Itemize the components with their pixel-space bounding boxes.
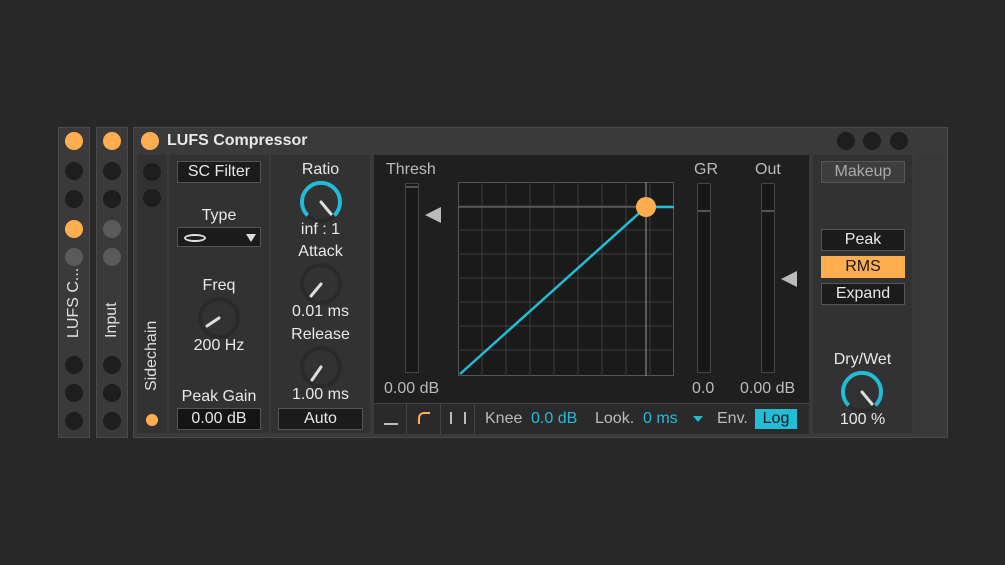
mode-expand-button[interactable]: Expand (821, 283, 905, 305)
transfer-display: Thresh 0.00 dB GR 0.0 Out 0.00 dB Knee 0… (374, 155, 809, 434)
mode-peak-button[interactable]: Peak (821, 229, 905, 251)
out-gain-arrow-icon[interactable] (781, 271, 797, 287)
thresh-value: 0.00 dB (384, 380, 440, 397)
filter-type-dropdown[interactable] (177, 227, 261, 247)
more-icon[interactable] (890, 132, 908, 150)
strip1-title: LUFS C... (65, 267, 82, 338)
drywet-knob[interactable] (839, 369, 885, 415)
release-value: 1.00 ms (292, 386, 349, 403)
output-column: Makeup Peak RMS Expand Dry/Wet 100 % (813, 155, 912, 433)
makeup-button[interactable]: Makeup (821, 161, 905, 183)
freq-value: 200 Hz (193, 337, 245, 354)
attack-knob[interactable] (298, 261, 344, 307)
more-icon-1[interactable] (65, 412, 83, 430)
camera-icon-1[interactable] (65, 190, 83, 208)
sc-filter-button[interactable]: SC Filter (177, 161, 261, 183)
device-on-toggle[interactable] (141, 132, 159, 150)
attack-value: 0.01 ms (292, 303, 349, 320)
gr-meter-tick (698, 210, 710, 212)
attack-label: Attack (298, 243, 343, 260)
freq-knob[interactable] (196, 295, 242, 341)
release-label: Release (291, 326, 350, 343)
more-icon-2[interactable] (103, 412, 121, 430)
view-toggle-icon-2[interactable] (103, 220, 121, 238)
chevron-down-icon (246, 234, 256, 242)
peak-gain-label: Peak Gain (181, 388, 257, 405)
knee-value[interactable]: 0.0 dB (531, 410, 577, 428)
refresh-icon-1[interactable] (65, 356, 83, 374)
device-chain-end (916, 155, 944, 433)
camera-icon-2[interactable] (103, 190, 121, 208)
lookahead-label: Look. (595, 410, 635, 427)
out-meter-tick (762, 210, 774, 212)
list-icon-2[interactable] (103, 248, 121, 266)
gr-label: GR (694, 161, 718, 178)
sidechain-toggle[interactable] (146, 414, 158, 426)
thresh-label: Thresh (386, 161, 436, 178)
track-strip-2: Input (96, 127, 128, 438)
ratio-label: Ratio (301, 161, 340, 178)
meter-view-icon[interactable] (384, 411, 398, 425)
transfer-curve-graph[interactable] (458, 182, 674, 376)
graph-toolbar: Knee 0.0 dB Look. 0 ms Env. Log (374, 403, 809, 434)
ratio-value: inf : 1 (300, 221, 341, 238)
knee-label: Knee (485, 410, 523, 427)
curve-view-icon[interactable] (418, 412, 430, 424)
hot-swap-icon-2[interactable] (103, 162, 121, 180)
freq-label: Freq (202, 277, 236, 294)
refresh-icon-2[interactable] (103, 356, 121, 374)
view-toggle-icon-1[interactable] (65, 220, 83, 238)
thresh-meter-tick (406, 186, 418, 188)
auto-button[interactable]: Auto (278, 408, 363, 430)
sidechain-column: Sidechain (137, 155, 167, 433)
toolbar-divider-1 (406, 404, 407, 434)
save-icon-1[interactable] (65, 384, 83, 402)
release-knob[interactable] (298, 344, 344, 390)
sidechain-arrow-icon[interactable] (143, 163, 161, 181)
list-icon-1[interactable] (65, 248, 83, 266)
peak-gain-field[interactable]: 0.00 dB (177, 408, 261, 430)
activity-view-icon[interactable] (450, 412, 466, 424)
device-title: LUFS Compressor (167, 132, 308, 149)
device-on-toggle-1[interactable] (65, 132, 83, 150)
bandpass-icon (184, 234, 206, 242)
toolbar-divider-3 (474, 404, 475, 434)
out-label: Out (755, 161, 781, 178)
sc-filter-column: SC Filter Type Freq 200 Hz Peak Gain 0.0… (169, 155, 269, 433)
save-icon-2[interactable] (103, 384, 121, 402)
thresh-arrow-icon[interactable] (425, 207, 441, 223)
ratio-knob[interactable] (298, 179, 344, 225)
lookahead-chevron-down-icon[interactable] (693, 416, 703, 422)
out-value: 0.00 dB (740, 380, 796, 397)
drywet-value: 100 % (839, 411, 886, 428)
toolbar-divider-2 (440, 404, 441, 434)
envelope-label: Env. (717, 410, 748, 427)
thresh-meter[interactable] (405, 183, 419, 373)
mode-rms-button[interactable]: RMS (821, 256, 905, 278)
drywet-label: Dry/Wet (833, 351, 892, 368)
lookahead-value[interactable]: 0 ms (643, 410, 678, 428)
hot-swap-icon-1[interactable] (65, 162, 83, 180)
save-icon[interactable] (863, 132, 881, 150)
device-on-toggle-2[interactable] (103, 132, 121, 150)
sidechain-headphone-icon[interactable] (143, 189, 161, 207)
dynamics-column: Ratio inf : 1 Attack 0.01 ms Release 1.0… (271, 155, 370, 433)
track-strip-1: LUFS C... (58, 127, 90, 438)
sidechain-label: Sidechain (143, 320, 160, 391)
type-label: Type (201, 207, 237, 224)
refresh-icon[interactable] (837, 132, 855, 150)
envelope-toggle[interactable]: Log (755, 409, 797, 429)
gr-value: 0.0 (692, 380, 715, 397)
strip2-title: Input (103, 302, 120, 338)
